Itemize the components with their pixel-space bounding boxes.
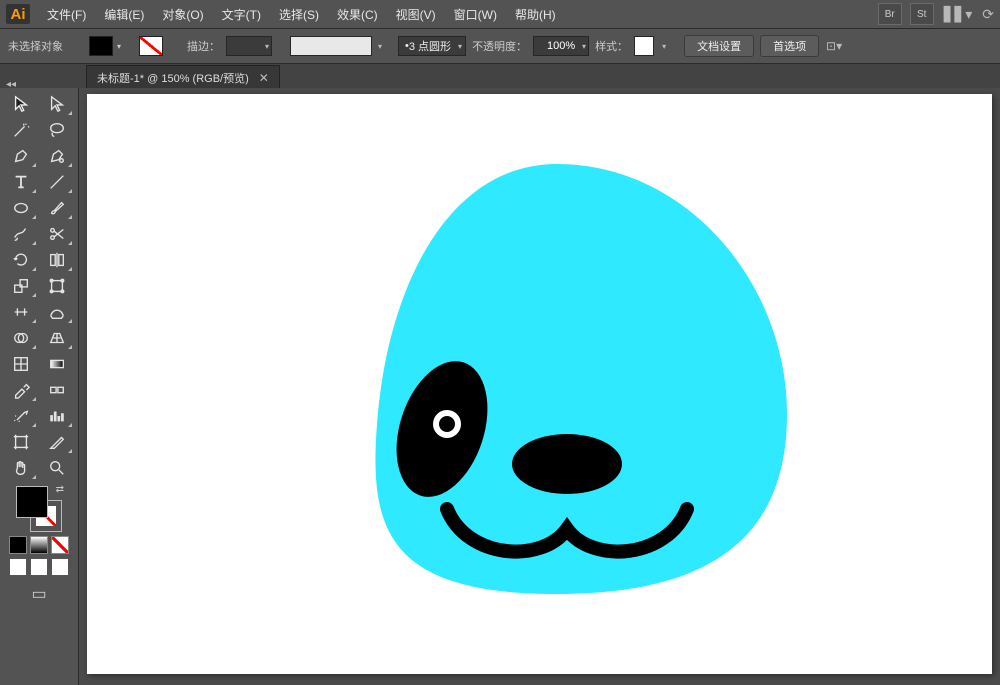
column-graph-tool[interactable] (41, 404, 73, 428)
swap-fill-stroke-icon[interactable]: ⇄ (56, 484, 64, 495)
close-tab-icon[interactable]: ✕ (259, 71, 269, 85)
align-icon[interactable]: ⊡▾ (825, 37, 843, 55)
magic-wand-tool[interactable] (5, 118, 37, 142)
document-setup-button[interactable]: 文档设置 (684, 35, 754, 57)
selection-status: 未选择对象 (8, 38, 63, 54)
artwork (87, 94, 992, 674)
mesh-tool[interactable] (5, 352, 37, 376)
draw-inside-icon[interactable] (51, 558, 69, 576)
direct-selection-tool[interactable] (41, 92, 73, 116)
color-mode-gradient-icon[interactable] (30, 536, 48, 554)
slice-tool[interactable] (41, 430, 73, 454)
eyedropper-tool[interactable] (5, 378, 37, 402)
document-tab[interactable]: 未标题-1* @ 150% (RGB/预览) ✕ (86, 65, 280, 90)
toolbox: ⇄ ▭ (0, 88, 79, 685)
menu-edit[interactable]: 编辑(E) (97, 2, 151, 27)
scale-tool[interactable] (5, 274, 37, 298)
bridge-icon[interactable]: Br (878, 3, 902, 25)
opacity-label: 不透明度： (472, 38, 527, 54)
control-bar: 未选择对象 ▾ 描边： ▾ ▾ • 3 点圆形▾ 不透明度： 100%▾ 样式：… (0, 29, 1000, 64)
free-transform-tool[interactable] (41, 274, 73, 298)
draw-normal-icon[interactable] (9, 558, 27, 576)
symbol-sprayer-tool[interactable] (5, 404, 37, 428)
zoom-tool[interactable] (41, 456, 73, 480)
main-area: ⇄ ▭ (0, 88, 1000, 685)
curvature-tool[interactable] (41, 144, 73, 168)
pen-tool[interactable] (5, 144, 37, 168)
gradient-tool[interactable] (41, 352, 73, 376)
color-mode-row (9, 536, 69, 554)
menu-view[interactable]: 视图(V) (389, 2, 443, 27)
nose (512, 434, 622, 494)
graphic-style-swatch[interactable] (634, 36, 654, 56)
rotate-tool[interactable] (5, 248, 37, 272)
paintbrush-tool[interactable] (41, 196, 73, 220)
blend-tool[interactable] (41, 378, 73, 402)
menu-file[interactable]: 文件(F) (40, 2, 93, 27)
draw-behind-icon[interactable] (30, 558, 48, 576)
line-tool[interactable] (41, 170, 73, 194)
ellipse-tool[interactable] (5, 196, 37, 220)
app-logo: Ai (6, 4, 30, 24)
fill-stroke-control[interactable]: ⇄ (16, 486, 62, 532)
menu-help[interactable]: 帮助(H) (508, 2, 563, 27)
brush-label: 3 点圆形 (409, 38, 451, 54)
fill-swatch[interactable]: ▾ (89, 36, 113, 56)
fill-color-icon[interactable] (16, 486, 48, 518)
menu-window[interactable]: 窗口(W) (447, 2, 504, 27)
hand-tool[interactable] (5, 456, 37, 480)
opacity-field[interactable]: 100%▾ (533, 36, 589, 56)
color-mode-none-icon[interactable] (51, 536, 69, 554)
brush-definition[interactable]: • 3 点圆形▾ (398, 36, 466, 56)
artboard[interactable] (87, 94, 992, 674)
width-tool[interactable] (5, 300, 37, 324)
draw-mode-row (9, 558, 69, 576)
sync-icon[interactable]: ⟳ (982, 6, 994, 23)
reflect-tool[interactable] (41, 248, 73, 272)
opacity-value: 100% (547, 40, 575, 52)
menu-select[interactable]: 选择(S) (272, 2, 326, 27)
selection-tool[interactable] (5, 92, 37, 116)
scissors-tool[interactable] (41, 222, 73, 246)
canvas[interactable] (79, 88, 1000, 685)
warp-tool[interactable] (41, 300, 73, 324)
stroke-label: 描边： (187, 38, 220, 54)
type-tool[interactable] (5, 170, 37, 194)
stroke-swatch[interactable] (139, 36, 163, 56)
stroke-profile[interactable] (290, 36, 372, 56)
lasso-tool[interactable] (41, 118, 73, 142)
stock-icon[interactable]: St (910, 3, 934, 25)
shape-builder-tool[interactable] (5, 326, 37, 350)
artboard-tool[interactable] (5, 430, 37, 454)
pencil-tool[interactable] (5, 222, 37, 246)
arrange-docs-icon[interactable]: ▋▋▾ (944, 6, 973, 23)
color-mode-solid-icon[interactable] (9, 536, 27, 554)
style-label: 样式： (595, 38, 628, 54)
preferences-button[interactable]: 首选项 (760, 35, 819, 57)
menu-effect[interactable]: 效果(C) (330, 2, 385, 27)
document-tab-title: 未标题-1* @ 150% (RGB/预览) (97, 70, 249, 86)
menu-bar: Ai 文件(F) 编辑(E) 对象(O) 文字(T) 选择(S) 效果(C) 视… (0, 0, 1000, 29)
document-tabstrip: ◂◂ 未标题-1* @ 150% (RGB/预览) ✕ (0, 64, 1000, 91)
screen-mode-icon[interactable]: ▭ (31, 584, 46, 604)
perspective-grid-tool[interactable] (41, 326, 73, 350)
stroke-weight-field[interactable]: ▾ (226, 36, 272, 56)
menu-type[interactable]: 文字(T) (215, 2, 268, 27)
menu-object[interactable]: 对象(O) (155, 2, 210, 27)
